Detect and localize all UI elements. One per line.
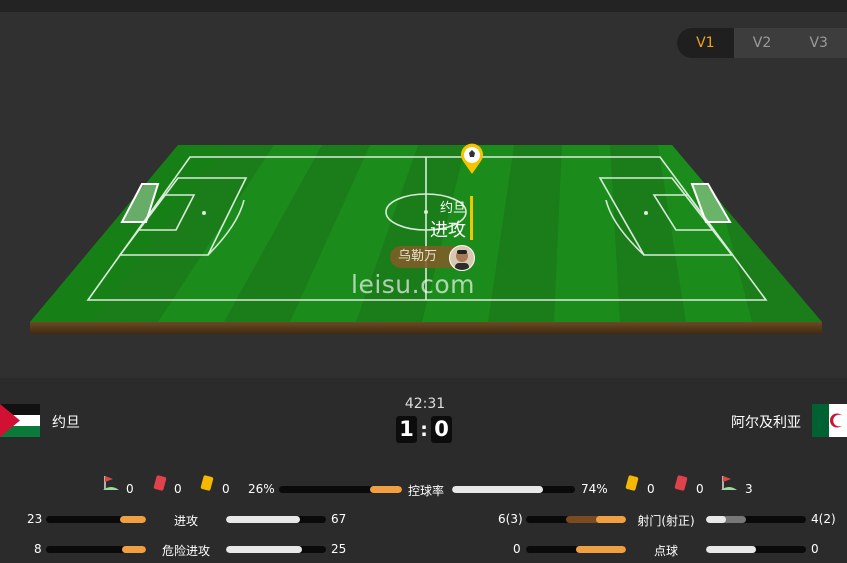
away-possession: 74% bbox=[581, 482, 608, 496]
event-marker-bar bbox=[470, 196, 473, 240]
red-card-icon bbox=[674, 475, 688, 491]
scoreboard: 1 : 0 bbox=[396, 416, 452, 443]
home-penalties-fill bbox=[576, 546, 626, 553]
pitch-soil bbox=[30, 322, 822, 334]
away-possession-bar bbox=[452, 486, 575, 493]
home-attacks-bar bbox=[46, 516, 146, 523]
home-corners: 0 bbox=[126, 482, 134, 496]
shots-label: 射门(射正) bbox=[637, 514, 695, 528]
algeria-flag-icon bbox=[812, 404, 847, 437]
home-score: 1 bbox=[396, 416, 417, 443]
away-possession-fill bbox=[452, 486, 544, 493]
away-yellow-cards: 0 bbox=[647, 482, 655, 496]
away-dangerous-fill bbox=[226, 546, 302, 553]
corner-flag-icon bbox=[103, 476, 119, 490]
home-attacks-fill bbox=[120, 516, 146, 523]
home-red-cards: 0 bbox=[174, 482, 182, 496]
home-possession: 26% bbox=[248, 482, 275, 496]
home-dangerous-attacks: 8 bbox=[34, 542, 42, 556]
dangerous-attacks-label: 危险进攻 bbox=[161, 544, 210, 558]
away-attacks-bar bbox=[226, 516, 326, 523]
home-possession-bar bbox=[279, 486, 402, 493]
home-dangerous-bar bbox=[46, 546, 146, 553]
event-team: 约旦 bbox=[439, 201, 466, 216]
penalties-label: 点球 bbox=[653, 544, 678, 558]
away-penalties-bar bbox=[706, 546, 806, 553]
away-penalties: 0 bbox=[811, 542, 819, 556]
away-score: 0 bbox=[431, 416, 452, 443]
away-red-cards: 0 bbox=[696, 482, 704, 496]
red-card-icon bbox=[153, 475, 167, 491]
home-shots: 6(3) bbox=[498, 512, 523, 526]
score-separator: : bbox=[420, 418, 428, 441]
pitch bbox=[30, 145, 822, 334]
ball-location-icon bbox=[461, 143, 483, 174]
possession-label: 控球率 bbox=[407, 484, 444, 498]
home-shots-on-target-bar bbox=[596, 516, 626, 523]
away-attacks: 67 bbox=[331, 512, 347, 526]
event-action: 进攻 bbox=[430, 220, 466, 241]
jordan-flag-icon bbox=[0, 404, 40, 437]
corner-flag-icon bbox=[721, 476, 737, 490]
watermark: leisu.com bbox=[351, 270, 475, 299]
away-penalties-fill bbox=[706, 546, 756, 553]
away-shots-on-target-bar bbox=[706, 516, 726, 523]
yellow-card-icon bbox=[625, 475, 639, 491]
away-shots: 4(2) bbox=[811, 512, 836, 526]
away-team-name[interactable]: 阿尔及利亚 bbox=[731, 412, 801, 432]
away-shots-bar bbox=[706, 516, 806, 523]
away-dangerous-attacks: 25 bbox=[331, 542, 347, 556]
away-corners: 3 bbox=[745, 482, 753, 496]
away-attacks-fill bbox=[226, 516, 300, 523]
yellow-card-icon bbox=[200, 475, 214, 491]
home-attacks: 23 bbox=[27, 512, 43, 526]
home-possession-fill bbox=[370, 486, 402, 493]
home-penalties-bar bbox=[526, 546, 626, 553]
match-clock: 42:31 bbox=[404, 396, 446, 412]
player-avatar bbox=[449, 245, 475, 271]
away-dangerous-bar bbox=[226, 546, 326, 553]
home-dangerous-fill bbox=[122, 546, 146, 553]
home-shots-bar bbox=[526, 516, 626, 523]
home-penalties: 0 bbox=[513, 542, 521, 556]
attacks-label: 进攻 bbox=[173, 514, 198, 528]
home-yellow-cards: 0 bbox=[222, 482, 230, 496]
home-team-name[interactable]: 约旦 bbox=[52, 412, 80, 432]
